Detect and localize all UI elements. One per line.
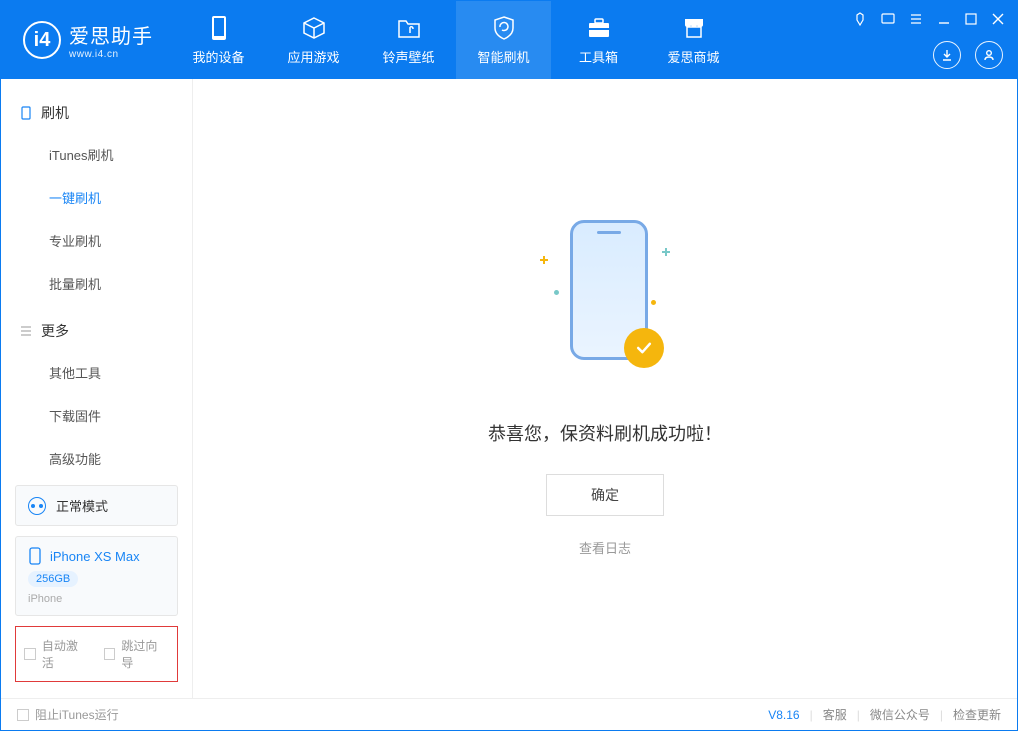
- cube-icon: [301, 15, 327, 41]
- device-name: iPhone XS Max: [50, 549, 140, 564]
- spark-icon: [662, 248, 670, 256]
- checkbox-icon: [104, 648, 116, 660]
- sidebar-head-label: 更多: [41, 321, 69, 341]
- sidebar-item-batch-flash[interactable]: 批量刷机: [1, 262, 192, 305]
- checkbox-label: 跳过向导: [121, 637, 169, 671]
- tab-label: 爱思商城: [667, 47, 719, 66]
- maximize-button[interactable]: [965, 13, 977, 25]
- checkbox-block-itunes[interactable]: 阻止iTunes运行: [17, 706, 119, 723]
- device-icon: [206, 15, 232, 41]
- mode-label: 正常模式: [56, 496, 108, 515]
- tab-label: 我的设备: [192, 47, 244, 66]
- sidebar-group-flash: 刷机 iTunes刷机 一键刷机 专业刷机 批量刷机: [1, 93, 192, 311]
- close-button[interactable]: [991, 12, 1005, 26]
- spark-icon: [540, 256, 548, 264]
- sidebar-bottom: 正常模式 iPhone XS Max 256GB iPhone 自动激活 跳过向…: [1, 475, 192, 698]
- tab-smart-flash[interactable]: 智能刷机: [456, 1, 551, 79]
- phone-outline-icon: [19, 106, 33, 120]
- download-button[interactable]: [933, 41, 961, 69]
- briefcase-icon: [586, 15, 612, 41]
- wechat-link[interactable]: 微信公众号: [870, 706, 930, 723]
- shield-refresh-icon: [491, 15, 517, 41]
- dot-icon: [651, 300, 656, 305]
- tab-label: 铃声壁纸: [382, 47, 434, 66]
- user-button[interactable]: [975, 41, 1003, 69]
- sidebar-head-flash[interactable]: 刷机: [1, 93, 192, 133]
- list-icon: [19, 324, 33, 338]
- logo-icon: i4: [23, 21, 61, 59]
- sidebar-head-more[interactable]: 更多: [1, 311, 192, 351]
- minimize-button[interactable]: [937, 12, 951, 26]
- version-label: V8.16: [768, 708, 799, 722]
- checkbox-skip-guide[interactable]: 跳过向导: [104, 637, 170, 671]
- flash-options-highlight: 自动激活 跳过向导: [15, 626, 178, 682]
- view-log-link[interactable]: 查看日志: [579, 538, 631, 557]
- titlebar: i4 爱思助手 www.i4.cn 我的设备 应用游戏 铃声壁纸 智能刷机 工具…: [1, 1, 1017, 79]
- window-controls: [853, 1, 1017, 79]
- check-update-link[interactable]: 检查更新: [953, 706, 1001, 723]
- ok-button[interactable]: 确定: [546, 474, 664, 516]
- device-mode-box[interactable]: 正常模式: [15, 485, 178, 526]
- checkbox-icon: [17, 709, 29, 721]
- store-icon: [681, 15, 707, 41]
- theme-icon[interactable]: [853, 12, 867, 26]
- tab-label: 智能刷机: [477, 47, 529, 66]
- check-badge-icon: [624, 328, 664, 368]
- app-domain: www.i4.cn: [69, 49, 153, 60]
- device-capacity: 256GB: [28, 571, 78, 587]
- customer-service-link[interactable]: 客服: [823, 706, 847, 723]
- menu-icon[interactable]: [909, 12, 923, 26]
- sidebar-group-more: 更多 其他工具 下载固件 高级功能: [1, 311, 192, 475]
- checkbox-label: 阻止iTunes运行: [35, 706, 119, 723]
- main-panel: 恭喜您，保资料刷机成功啦！ 确定 查看日志: [193, 79, 1017, 698]
- music-folder-icon: [396, 15, 422, 41]
- sidebar-item-advanced[interactable]: 高级功能: [1, 437, 192, 475]
- tab-apps[interactable]: 应用游戏: [266, 1, 361, 79]
- success-illustration: [540, 220, 670, 390]
- tab-ringtone[interactable]: 铃声壁纸: [361, 1, 456, 79]
- sidebar-item-itunes-flash[interactable]: iTunes刷机: [1, 133, 192, 176]
- tab-label: 工具箱: [579, 47, 618, 66]
- sidebar-item-other-tools[interactable]: 其他工具: [1, 351, 192, 394]
- tab-label: 应用游戏: [287, 47, 339, 66]
- sidebar: 刷机 iTunes刷机 一键刷机 专业刷机 批量刷机 更多 其他工具 下载固件 …: [1, 79, 193, 698]
- feedback-icon[interactable]: [881, 12, 895, 26]
- tab-store[interactable]: 爱思商城: [646, 1, 741, 79]
- app-name: 爱思助手: [69, 20, 153, 49]
- device-info-box[interactable]: iPhone XS Max 256GB iPhone: [15, 536, 178, 616]
- sidebar-head-label: 刷机: [41, 103, 69, 123]
- checkbox-label: 自动激活: [42, 637, 90, 671]
- statusbar: 阻止iTunes运行 V8.16 | 客服 | 微信公众号 | 检查更新: [1, 698, 1017, 730]
- device-type: iPhone: [28, 593, 165, 605]
- checkbox-icon: [24, 648, 36, 660]
- main-tabs: 我的设备 应用游戏 铃声壁纸 智能刷机 工具箱 爱思商城: [171, 1, 741, 79]
- body: 刷机 iTunes刷机 一键刷机 专业刷机 批量刷机 更多 其他工具 下载固件 …: [1, 79, 1017, 698]
- app-logo: i4 爱思助手 www.i4.cn: [1, 1, 171, 79]
- mode-icon: [28, 497, 46, 515]
- dot-icon: [554, 290, 559, 295]
- phone-icon: [28, 547, 42, 565]
- sidebar-item-pro-flash[interactable]: 专业刷机: [1, 219, 192, 262]
- sidebar-item-download-fw[interactable]: 下载固件: [1, 394, 192, 437]
- success-message: 恭喜您，保资料刷机成功啦！: [488, 420, 722, 446]
- sidebar-item-one-key-flash[interactable]: 一键刷机: [1, 176, 192, 219]
- tab-my-device[interactable]: 我的设备: [171, 1, 266, 79]
- tab-toolbox[interactable]: 工具箱: [551, 1, 646, 79]
- checkbox-auto-activate[interactable]: 自动激活: [24, 637, 90, 671]
